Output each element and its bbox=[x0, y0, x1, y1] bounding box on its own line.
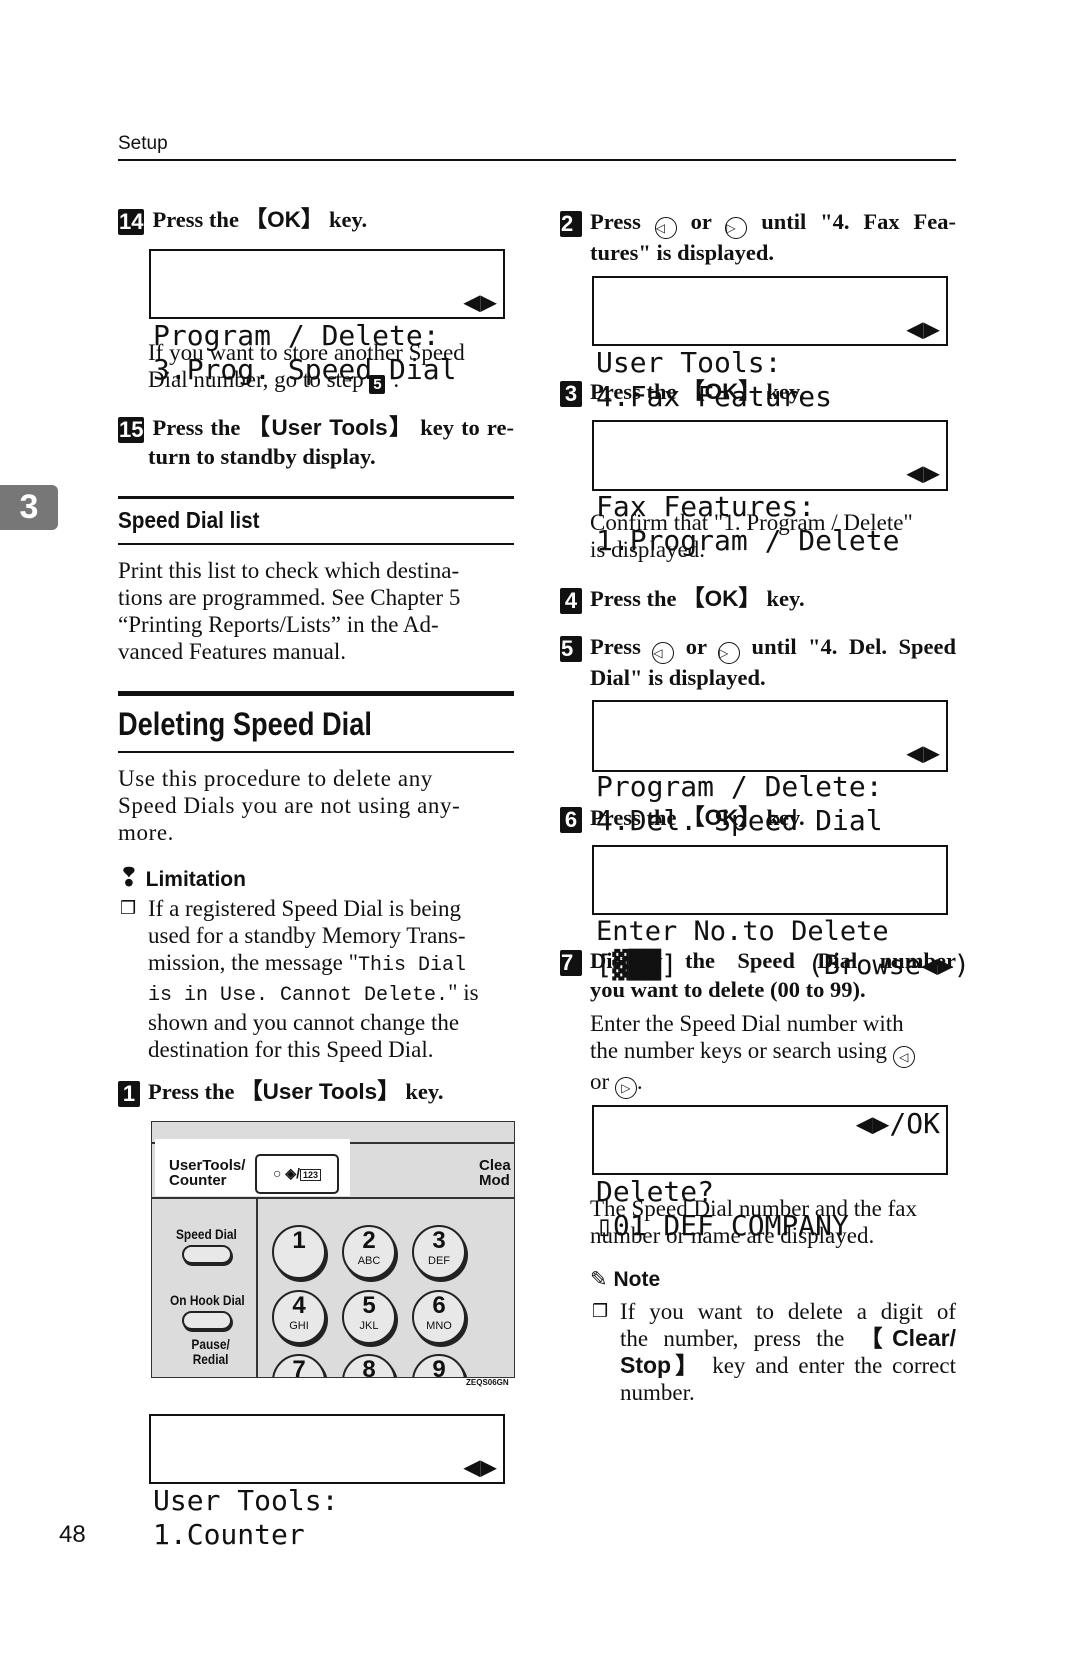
lcd-display: User Tools: 1.Counter ◀▶ bbox=[149, 1414, 505, 1551]
key-4: 4 GHI bbox=[272, 1290, 326, 1344]
note-heading: ✎ Note bbox=[590, 1268, 661, 1291]
deleting-heading: Deleting Speed Dial bbox=[118, 706, 372, 742]
limitation-item: If a registered Speed Dial is beingused … bbox=[120, 895, 514, 1063]
left-arrow-key-icon: ◁ bbox=[654, 217, 677, 239]
step-1: 1 Press the 【User Tools】 key. bbox=[118, 1078, 443, 1107]
key-6: 6 MNO bbox=[412, 1290, 466, 1344]
rule bbox=[118, 496, 514, 499]
user-tools-key: 【User Tools】 bbox=[240, 1079, 400, 1104]
step-2: 2 Press ◁ or ▷ until "4. Fax Fea- tures" … bbox=[560, 209, 956, 265]
step-3: 3 Press the 【OK】 key. bbox=[560, 378, 805, 407]
key-7: 7 bbox=[272, 1354, 326, 1377]
key-5: 5 JKL bbox=[342, 1290, 396, 1344]
deleting-text: Use this procedure to delete any Speed Di… bbox=[118, 766, 461, 845]
step-number: 14 bbox=[118, 209, 145, 235]
left-arrow-key-icon: ◁ bbox=[652, 642, 675, 664]
step-5: 5 Press ◁ or ▷ until "4. Del. Speed Dial"… bbox=[560, 634, 956, 690]
rule bbox=[118, 751, 514, 753]
right-arrow-key-icon: ▷ bbox=[614, 1077, 637, 1099]
key-3: 3 DEF bbox=[412, 1225, 466, 1279]
arrows-icon: ◀▶ bbox=[463, 285, 497, 318]
left-arrow-key-icon: ◁ bbox=[892, 1046, 915, 1068]
section-header: Setup bbox=[118, 133, 168, 154]
lcd-display: Enter No.to Delete [▓██] (Browse◀▶) bbox=[592, 845, 970, 981]
limitation-heading: ❢ Limitation bbox=[118, 862, 246, 892]
step-4: 4 Press the 【OK】 key. bbox=[560, 585, 805, 614]
lcd-display: Delete? ▯01 DEF COMPANY ◀▶/OK bbox=[592, 1105, 948, 1242]
rule bbox=[118, 691, 514, 696]
step-7-text: Enter the Speed Dial number with the num… bbox=[590, 1010, 956, 1099]
key-9: 9 bbox=[412, 1354, 466, 1377]
right-arrow-key-icon: ▷ bbox=[718, 642, 741, 664]
ok-key: 【OK】 bbox=[244, 207, 324, 232]
speed-dial-list-heading: Speed Dial list bbox=[118, 507, 260, 533]
pencil-icon: ✎ bbox=[590, 1268, 608, 1291]
confirm-text: Confirm that "1. Program / Delete" is dis… bbox=[590, 510, 913, 562]
arrows-icon: ◀▶ bbox=[463, 1450, 497, 1483]
step-15: 15 Press the 【User Tools】 key to re- turn… bbox=[118, 415, 514, 469]
user-tools-label: UserTools/Counter bbox=[169, 1157, 246, 1189]
lcd-display: Program / Delete: 4.Del. Speed Dial ◀▶ bbox=[592, 700, 948, 837]
rule bbox=[118, 543, 514, 545]
lcd-display: Fax Features: 1.Program / Delete ◀▶ bbox=[592, 420, 948, 557]
exclamation-icon: ❢ bbox=[118, 862, 140, 892]
header-rule bbox=[118, 159, 956, 161]
manual-page: Setup 3 14 Press the 【OK】 key. Program / … bbox=[0, 0, 1080, 1669]
step-7: 7 Display the Speed Dial number you want … bbox=[560, 948, 956, 1002]
key-2: 2 ABC bbox=[342, 1225, 396, 1279]
figure-caption: ZEQS06GN bbox=[466, 1378, 509, 1387]
lcd-display: Program / Delete: 3.Prog. Speed Dial ◀▶ bbox=[149, 249, 505, 386]
page-number: 48 bbox=[59, 1521, 86, 1548]
lcd-display: User Tools: 4.Fax Features ◀▶ bbox=[592, 276, 948, 413]
speed-dial-button bbox=[182, 1245, 232, 1264]
step-14-note: If you want to store another Speed Dial … bbox=[148, 340, 465, 394]
clear-modes-label: Clea Mod bbox=[479, 1157, 511, 1189]
step-6: 6 Press the 【OK】 key. bbox=[560, 804, 805, 833]
step-7-after: The Speed Dial number and the fax number … bbox=[590, 1196, 917, 1248]
right-arrow-key-icon: ▷ bbox=[725, 217, 748, 239]
note-item: If you want to delete a digit of the num… bbox=[592, 1298, 956, 1406]
control-panel-illustration: UserTools/Counter ○ ◈/123 Clea Mod Speed … bbox=[151, 1121, 515, 1378]
key-1: 1 bbox=[272, 1225, 326, 1279]
key-8: 8 bbox=[342, 1354, 396, 1377]
step-14: 14 Press the 【OK】 key. bbox=[118, 207, 368, 235]
speed-dial-list-text: Print this list to check which destina-t… bbox=[118, 558, 461, 664]
user-tools-button: ○ ◈/123 bbox=[255, 1154, 339, 1194]
chapter-tab: 3 bbox=[0, 485, 58, 530]
on-hook-dial-button bbox=[182, 1311, 232, 1330]
